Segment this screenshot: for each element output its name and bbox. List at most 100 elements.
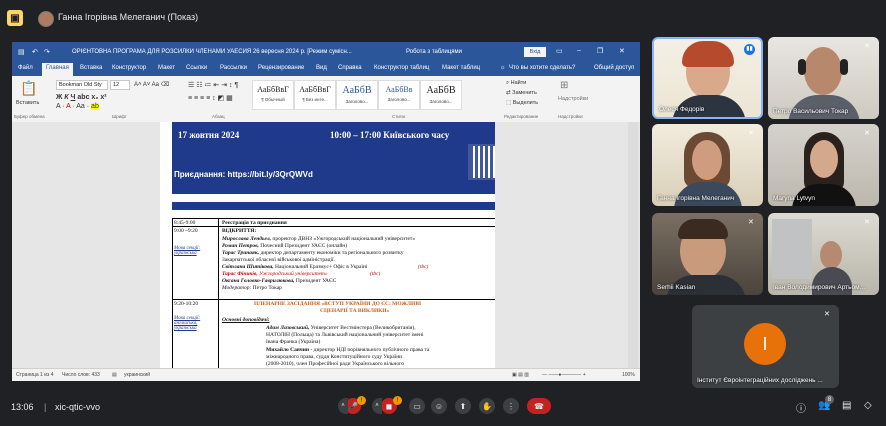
- tab-table-design[interactable]: Конструктор таблиц: [374, 65, 429, 71]
- presentation-icon[interactable]: ▣: [7, 10, 23, 26]
- participant-video: [788, 95, 860, 119]
- participant-tile[interactable]: ✕ Ганна Ігорівна Мелеганич: [652, 124, 763, 206]
- qr-code: [468, 144, 495, 180]
- paste-button[interactable]: Вставить: [16, 100, 39, 106]
- document-page[interactable]: 17 жовтня 2024 10:00 – 17:00 Київського …: [160, 122, 495, 368]
- participant-tile[interactable]: ✕ Іван Володимирович Артьом...: [768, 213, 879, 295]
- style-heading-2[interactable]: АаБбВв Заголово...: [378, 80, 420, 110]
- tab-references[interactable]: Ссылки: [186, 65, 207, 71]
- speaker-line: Мирослава Лендьел, проректор ДВНЗ «Ужгор…: [222, 236, 416, 242]
- tab-design[interactable]: Конструктор: [112, 65, 146, 71]
- participant-tile[interactable]: ✕ Serhii Kasian: [652, 213, 763, 295]
- leave-call-button[interactable]: ☎: [527, 398, 551, 414]
- participant-tile[interactable]: ▮▮ Олеся Федорів: [652, 37, 763, 119]
- style-heading-1[interactable]: АаБбВ Заголово...: [336, 80, 378, 110]
- undo-icon[interactable]: ↶: [32, 48, 38, 56]
- raise-hand-icon[interactable]: ✋: [479, 398, 495, 414]
- page-count[interactable]: Страница 1 из 4: [16, 372, 53, 378]
- participant-video: [810, 140, 838, 178]
- align-icons[interactable]: ≡ ≡ ≡ ≡ ↕ ◩ ▦: [188, 94, 233, 102]
- zoom-slider[interactable]: — ——●———— +: [542, 372, 586, 378]
- present-screen-icon[interactable]: ⬆: [455, 398, 471, 414]
- participant-avatar: І: [744, 323, 786, 365]
- camera-options-chevron-icon[interactable]: ˄: [372, 398, 382, 414]
- mic-off-icon: ✕: [748, 219, 754, 226]
- list-icons[interactable]: ☰ ☷ ≔ ⇤ ⇥ ↕ ¶: [188, 81, 238, 89]
- clock: 13:06: [11, 402, 34, 412]
- select-button[interactable]: ⬚ Выделить: [506, 100, 538, 106]
- section-language: Мова секції: англійська, українська: [174, 316, 201, 331]
- speaker-line: Адам Лазовський, Університет Вестмінстер…: [266, 325, 416, 331]
- participant-video: [772, 219, 812, 279]
- addins-icon[interactable]: ⊞: [560, 80, 568, 91]
- clipboard-icon[interactable]: 📋: [20, 80, 37, 97]
- captions-icon[interactable]: ▭: [409, 398, 425, 414]
- tab-view[interactable]: Вид: [316, 65, 327, 71]
- speaker-line: Закарпатської обласної військової адміні…: [222, 257, 335, 263]
- tab-insert[interactable]: Вставка: [80, 65, 102, 71]
- participant-name: Іван Володимирович Артьом...: [773, 284, 866, 291]
- section-language: Мова секції: українська: [174, 246, 201, 256]
- participant-tile[interactable]: І ✕ Інститут Євроінтеграційних досліджен…: [692, 305, 839, 388]
- zoom-level[interactable]: 100%: [622, 372, 635, 378]
- participant-name: Ганна Ігорівна Мелеганич: [657, 195, 735, 202]
- participant-video: [840, 59, 848, 75]
- tab-review[interactable]: Рецензирование: [258, 65, 304, 71]
- status-bar: Страница 1 из 4 Число слов: 433 ▤ украин…: [12, 368, 640, 381]
- speaker-line: НАТОЛІН (Польща) та Львівський національ…: [266, 332, 424, 338]
- tab-layout[interactable]: Макет: [158, 65, 175, 71]
- redo-icon[interactable]: ↷: [44, 48, 50, 56]
- participant-name: Петро Васильович Токар: [773, 108, 849, 115]
- participant-name: Олеся Федорів: [659, 106, 705, 113]
- view-mode-icons[interactable]: ▣ ▤ ▥: [512, 372, 529, 378]
- style-normal[interactable]: АаБбВвГ ¶ Обычный: [252, 80, 294, 110]
- join-link[interactable]: Приєднання: https://bit.ly/3QrQWVd: [174, 170, 313, 179]
- emoji-icon[interactable]: ☺: [431, 398, 447, 414]
- document-title: ОРІЄНТОВНА ПРОГРАМА ДЛЯ РОЗСИЛКИ ЧЛЕНАМИ…: [72, 49, 352, 55]
- speaker-line: міжнародного права, суддя Конституційног…: [266, 354, 403, 360]
- info-icon[interactable]: ⓘ: [796, 400, 806, 415]
- addins-button[interactable]: Надстройки: [558, 96, 588, 102]
- vertical-scrollbar[interactable]: [628, 122, 638, 368]
- share-button[interactable]: Общий доступ: [594, 65, 634, 71]
- close-icon[interactable]: ✕: [619, 47, 625, 55]
- tab-mailings[interactable]: Рассылки: [220, 65, 247, 71]
- font-name-select[interactable]: Bookman Old Sty: [56, 80, 108, 90]
- style-no-spacing[interactable]: АаБбВвГ ¶ Без инте...: [294, 80, 336, 110]
- activities-icon[interactable]: ◇: [864, 400, 872, 411]
- camera-warning-badge: !: [393, 396, 402, 405]
- mic-options-chevron-icon[interactable]: ˄: [338, 398, 348, 414]
- participant-tile[interactable]: ✕ Петро Васильович Токар: [768, 37, 879, 119]
- group-label-font: Шрифт: [112, 114, 127, 119]
- spellcheck-icon[interactable]: ▤: [112, 372, 117, 378]
- tell-me-box[interactable]: Что вы хотите сделать?: [509, 65, 575, 71]
- meeting-code[interactable]: xic-qtic-vvo: [55, 402, 100, 412]
- minimize-icon[interactable]: –: [577, 47, 581, 54]
- more-options-icon[interactable]: ⋮: [503, 398, 519, 414]
- tab-file[interactable]: Файл: [18, 65, 33, 71]
- save-icon[interactable]: ▤: [18, 48, 25, 56]
- speakers-label: Основні доповідачі:: [222, 317, 270, 323]
- word-count[interactable]: Число слов: 433: [62, 372, 100, 378]
- language-status[interactable]: украинский: [124, 372, 150, 378]
- ribbon-display-icon[interactable]: ▭: [556, 47, 563, 55]
- participant-video: [804, 47, 842, 95]
- group-label-clipboard: Буфер обмена: [14, 114, 45, 119]
- chat-icon[interactable]: ▤: [842, 400, 851, 411]
- speaker-line: Оксана Головко-Гаврилюкова, Президент УА…: [222, 278, 337, 284]
- style-heading-3[interactable]: АаБбВ Заголово...: [420, 80, 462, 110]
- font-size-select[interactable]: 12: [110, 80, 130, 90]
- maximize-icon[interactable]: ❐: [597, 47, 603, 55]
- tab-table-layout[interactable]: Макет таблиц: [442, 65, 480, 71]
- font-grow-icon[interactable]: A˄ A˅ Aa ⌫: [134, 81, 169, 88]
- tbc-note: (tbc): [418, 264, 429, 270]
- font-color-icons[interactable]: A · A · Aa · ab: [56, 103, 99, 110]
- participant-tile[interactable]: ✕ Maryna Lytvyn: [768, 124, 879, 206]
- tab-help[interactable]: Справка: [338, 65, 362, 71]
- speaker-line: Івана Франка (Україна): [266, 339, 321, 345]
- signin-button[interactable]: Вхід: [524, 47, 546, 57]
- tab-home[interactable]: Главная: [42, 63, 73, 76]
- font-format-icons[interactable]: Ж К Ч abc x₂ x²: [56, 94, 107, 101]
- replace-button[interactable]: ⇄ Заменить: [506, 90, 537, 96]
- find-button[interactable]: ⌕ Найти: [506, 80, 526, 87]
